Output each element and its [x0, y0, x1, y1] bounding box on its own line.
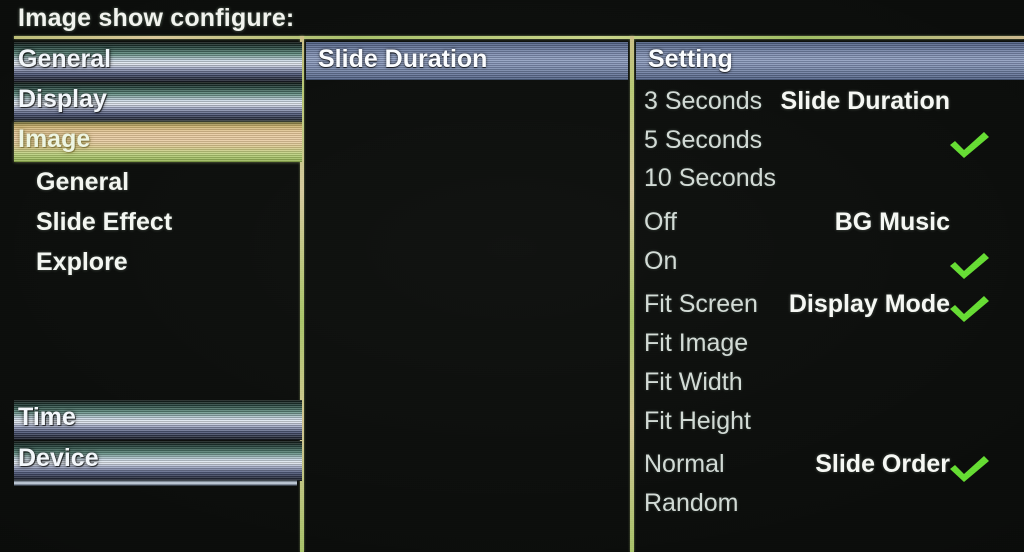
- sidebar-item-time[interactable]: Time: [14, 400, 302, 440]
- option-label: 5 Seconds: [644, 126, 763, 154]
- checkmark-icon: [946, 249, 992, 281]
- option-label: 10 Seconds: [644, 164, 777, 192]
- option-row[interactable]: Fit Image: [644, 329, 1006, 367]
- option-row[interactable]: Normal: [644, 450, 1006, 488]
- sidebar-item-general-top[interactable]: General: [14, 42, 302, 82]
- option-label: Off: [644, 208, 677, 236]
- option-row[interactable]: Fit Width: [644, 368, 1006, 406]
- sidebar-item-label: Device: [18, 444, 99, 472]
- option-label: Random: [644, 489, 739, 517]
- option-row[interactable]: Fit Height: [644, 407, 1006, 445]
- sidebar-item-device[interactable]: Device: [14, 441, 302, 481]
- sidebar-item-label: General: [18, 45, 112, 73]
- option-row[interactable]: Fit Screen: [644, 290, 1006, 328]
- sidebar-subitem-general[interactable]: General: [36, 168, 129, 197]
- option-row[interactable]: On: [644, 247, 1006, 285]
- option-row[interactable]: Random: [644, 489, 1006, 527]
- option-label: Fit Image: [644, 329, 749, 357]
- sidebar-item-image[interactable]: Image: [14, 122, 302, 162]
- settings-column-header-label: Setting: [648, 45, 733, 73]
- page-title: Image show configure:: [18, 4, 295, 32]
- option-label: Normal: [644, 450, 725, 478]
- option-label: Fit Screen: [644, 290, 758, 318]
- column-divider-right: [630, 36, 634, 552]
- middle-column-header-label: Slide Duration: [318, 45, 488, 73]
- option-label: On: [644, 247, 678, 275]
- option-row[interactable]: 3 Seconds: [644, 87, 1006, 125]
- checkmark-icon: [946, 292, 992, 324]
- option-label: 3 Seconds: [644, 87, 763, 115]
- sidebar-item-display[interactable]: Display: [14, 82, 302, 122]
- option-label: Fit Height: [644, 407, 751, 435]
- sidebar-subitem-explore[interactable]: Explore: [36, 248, 128, 277]
- top-divider-rule: [14, 36, 1024, 39]
- sidebar-subitem-slide-effect[interactable]: Slide Effect: [36, 208, 172, 237]
- middle-column-header: Slide Duration: [306, 42, 628, 80]
- settings-column-header: Setting: [636, 42, 1024, 80]
- checkmark-icon: [946, 452, 992, 484]
- option-row[interactable]: Off: [644, 208, 1006, 246]
- option-row[interactable]: 5 Seconds: [644, 126, 1006, 164]
- option-label: Fit Width: [644, 368, 743, 396]
- sidebar-item-label: Display: [18, 85, 107, 113]
- option-row[interactable]: 10 Seconds: [644, 164, 1006, 202]
- sidebar-item-label: Time: [18, 403, 76, 431]
- checkmark-icon: [946, 128, 992, 160]
- sidebar-bottom-rule: [14, 480, 297, 486]
- image-show-configure-screen: Image show configure: General Display Im…: [0, 0, 1024, 552]
- sidebar-item-label: Image: [18, 125, 91, 153]
